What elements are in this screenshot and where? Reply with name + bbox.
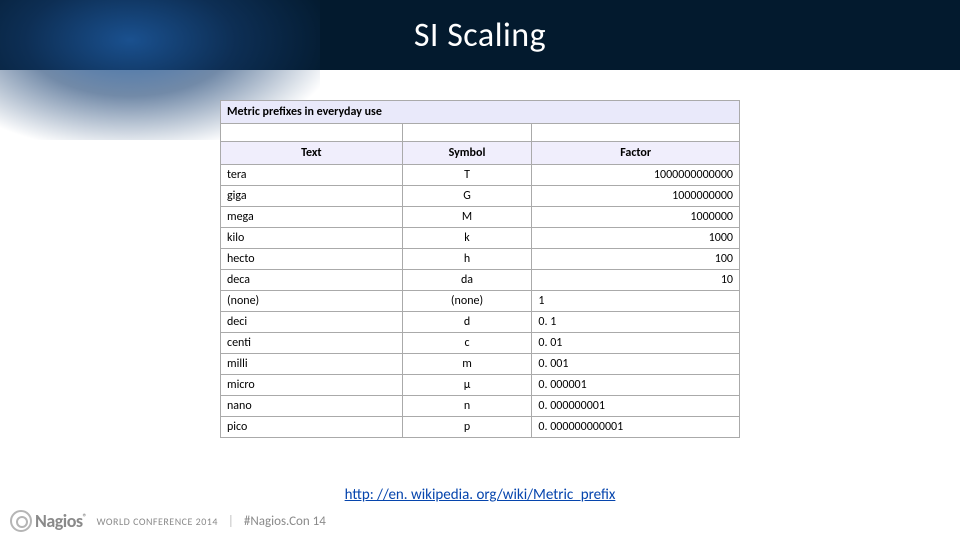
table-row: decid0. 1 [221,312,740,333]
cell-symbol: T [402,165,532,186]
header-text: Text [221,142,403,165]
nagios-logo: Nagios® [10,510,87,532]
cell-factor: 0. 1 [532,312,740,333]
table-caption: Metric prefixes in everyday use [221,101,740,124]
table-spacer-row [221,124,740,142]
cell-factor: 10 [532,270,740,291]
cell-symbol: p [402,417,532,438]
brand-text: Nagios® [35,510,87,532]
cell-text: deci [221,312,403,333]
cell-text: deca [221,270,403,291]
cell-symbol: (none) [402,291,532,312]
cell-symbol: c [402,333,532,354]
header-factor: Factor [532,142,740,165]
cell-text: milli [221,354,403,375]
divider: | [228,514,234,529]
table-row: microμ0. 000001 [221,375,740,396]
table-header-row: Text Symbol Factor [221,142,740,165]
gear-icon [10,510,32,532]
cell-symbol: n [402,396,532,417]
cell-symbol: M [402,207,532,228]
cell-text: mega [221,207,403,228]
table-row: (none)(none)1 [221,291,740,312]
footer: Nagios® WORLD CONFERENCE 2014 | #Nagios.… [10,510,326,532]
cell-factor: 0. 01 [532,333,740,354]
cell-text: micro [221,375,403,396]
cell-text: tera [221,165,403,186]
table-row: teraT1000000000000 [221,165,740,186]
cell-factor: 0. 001 [532,354,740,375]
table-row: gigaG1000000000 [221,186,740,207]
cell-text: nano [221,396,403,417]
cell-factor: 0. 000001 [532,375,740,396]
table-row: nanon0. 000000001 [221,396,740,417]
cell-symbol: m [402,354,532,375]
table-row: megaM1000000 [221,207,740,228]
brand-name: Nagios [35,510,83,532]
cell-symbol: k [402,228,532,249]
cell-factor: 1000000000 [532,186,740,207]
cell-factor: 0. 000000000001 [532,417,740,438]
table-row: picop0. 000000000001 [221,417,740,438]
cell-text: centi [221,333,403,354]
conference-text: WORLD CONFERENCE 2014 [97,515,218,528]
cell-factor: 1000 [532,228,740,249]
table-row: millim0. 001 [221,354,740,375]
cell-text: giga [221,186,403,207]
table-row: hectoh100 [221,249,740,270]
source-link-line: http: //en. wikipedia. org/wiki/Metric_p… [0,486,960,504]
si-table-container: Metric prefixes in everyday use Text Sym… [220,100,740,438]
cell-factor: 1 [532,291,740,312]
cell-text: hecto [221,249,403,270]
header-symbol: Symbol [402,142,532,165]
cell-factor: 1000000000000 [532,165,740,186]
cell-symbol: h [402,249,532,270]
si-prefix-table: Metric prefixes in everyday use Text Sym… [220,100,740,438]
cell-symbol: G [402,186,532,207]
hashtag: #Nagios.Con 14 [244,514,326,529]
cell-factor: 1000000 [532,207,740,228]
table-caption-row: Metric prefixes in everyday use [221,101,740,124]
slide-title: SI Scaling [414,15,546,56]
cell-text: kilo [221,228,403,249]
slide: SI Scaling Metric prefixes in everyday u… [0,0,960,540]
title-band: SI Scaling [0,0,960,70]
cell-symbol: μ [402,375,532,396]
cell-factor: 0. 000000001 [532,396,740,417]
table-row: centic0. 01 [221,333,740,354]
table-row: kilok1000 [221,228,740,249]
cell-text: (none) [221,291,403,312]
cell-symbol: d [402,312,532,333]
registered-mark: ® [83,512,87,523]
cell-symbol: da [402,270,532,291]
cell-factor: 100 [532,249,740,270]
table-row: decada10 [221,270,740,291]
source-link[interactable]: http: //en. wikipedia. org/wiki/Metric_p… [345,486,616,504]
cell-text: pico [221,417,403,438]
